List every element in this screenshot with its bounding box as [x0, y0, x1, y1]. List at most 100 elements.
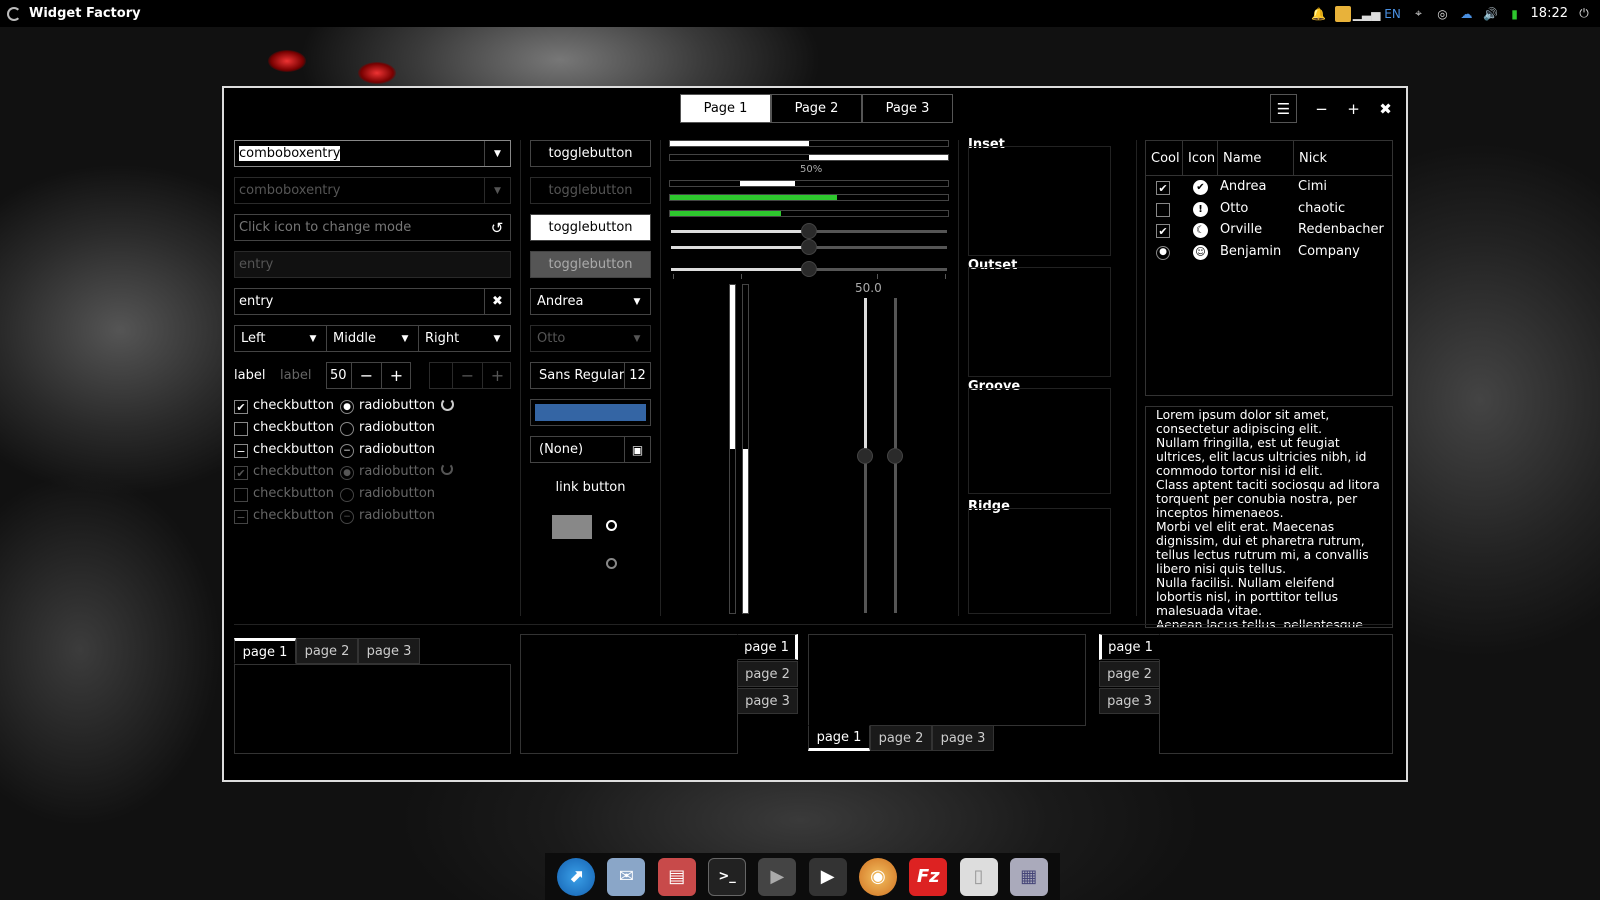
text-view[interactable]: Lorem ipsum dolor sit amet, consectetur … [1145, 406, 1393, 628]
row-checkbox[interactable]: ✔ [1156, 181, 1170, 195]
column-nick[interactable]: Nick [1294, 141, 1392, 175]
column-icon[interactable]: Icon [1183, 141, 1218, 175]
table-row[interactable]: ● ☺ Benjamin Company [1146, 242, 1392, 264]
bell-icon[interactable]: 🔔 [1311, 6, 1327, 22]
column-cool[interactable]: Cool [1146, 141, 1183, 175]
tab-page-1[interactable]: page 1 [1099, 634, 1160, 660]
mail-icon[interactable]: ✉ [607, 857, 646, 896]
battery-icon[interactable]: ▮ [1507, 6, 1523, 22]
mode-entry[interactable]: Click icon to change mode ↺ [234, 214, 511, 241]
network-icon[interactable]: ◎ [1435, 6, 1451, 22]
checkbox[interactable]: ✔ [234, 400, 248, 414]
tab-page-1[interactable]: page 1 [808, 725, 870, 751]
separator [234, 624, 1392, 625]
column-name[interactable]: Name [1218, 141, 1294, 175]
terminal-icon[interactable]: >_ [708, 857, 747, 896]
togglebutton-active[interactable]: togglebutton [530, 214, 651, 241]
widget-factory-window: Page 1 Page 2 Page 3 ☰ − + ✖ comboboxent… [222, 86, 1408, 782]
notes-icon[interactable] [1334, 5, 1351, 22]
combo-middle[interactable]: Middle ▼ [326, 325, 419, 352]
combo-andrea[interactable]: Andrea ▼ [530, 288, 651, 315]
location-icon[interactable]: ⌖ [1411, 6, 1427, 22]
tab-page-3[interactable]: page 3 [358, 638, 420, 664]
tab-page-3[interactable]: page 3 [932, 725, 994, 751]
scale-knob[interactable] [801, 239, 817, 255]
undo-icon[interactable]: ↺ [484, 215, 510, 240]
tab-page-2[interactable]: page 2 [296, 638, 358, 664]
tab-page-3[interactable]: page 3 [1099, 688, 1160, 714]
combo-left[interactable]: Left ▼ [234, 325, 327, 352]
image-viewer-icon[interactable]: ▤ [657, 857, 696, 896]
radiobutton[interactable]: ● [340, 400, 354, 414]
radio-indicator[interactable] [606, 520, 617, 531]
clear-icon[interactable]: ✖ [484, 289, 510, 314]
settings-icon[interactable]: ▦ [1009, 857, 1048, 896]
radio-indicator[interactable] [606, 558, 617, 569]
tree-view[interactable]: Cool Icon Name Nick ✔ ✔ Andrea Cimi! Otto cha… [1145, 140, 1393, 396]
row-checkbox[interactable]: ✔ [1156, 224, 1170, 238]
row-radio[interactable]: ● [1156, 245, 1170, 260]
tab-page-2[interactable]: page 2 [870, 725, 932, 751]
stack-page-2[interactable]: Page 2 [771, 94, 862, 123]
minus-icon[interactable]: − [351, 363, 381, 388]
table-row[interactable]: ✔ ☾ Orville Redenbacher [1146, 220, 1392, 242]
row-nick: chaotic [1298, 200, 1346, 216]
filezilla-icon[interactable]: Fz [909, 857, 948, 896]
checkbox [234, 488, 248, 502]
row-checkbox[interactable] [1156, 202, 1170, 217]
maximize-icon[interactable]: + [1340, 94, 1367, 123]
radiobutton[interactable] [340, 422, 354, 436]
tab-page-1[interactable]: page 1 [737, 634, 798, 660]
vertical-scale-fill [864, 298, 867, 456]
volume-icon[interactable]: 🔊 [1483, 6, 1499, 22]
cloud-icon[interactable]: ☁ [1459, 6, 1475, 22]
video-editor-icon[interactable]: ▶ [808, 857, 847, 896]
checkbox[interactable] [234, 422, 248, 436]
power-icon[interactable]: ⏻ [1576, 6, 1592, 22]
scale-knob[interactable] [801, 223, 817, 239]
vertical-scale-knob[interactable] [887, 447, 903, 464]
chevron-down-icon[interactable]: ▼ [484, 141, 510, 166]
tab-page-2[interactable]: page 2 [737, 661, 798, 687]
progress-bar [669, 180, 949, 187]
radiobutton[interactable]: − [340, 444, 354, 458]
plus-icon[interactable]: + [381, 363, 411, 388]
table-row[interactable]: ✔ ✔ Andrea Cimi [1146, 177, 1392, 199]
clock[interactable]: 18:22 [1531, 6, 1568, 21]
entry-clearable[interactable]: entry ✖ [234, 288, 511, 315]
minimize-icon[interactable]: − [1308, 94, 1335, 123]
cd-burner-icon[interactable]: ◉ [858, 857, 897, 896]
signal-icon[interactable]: ▁▃▅ [1353, 6, 1381, 22]
browser-icon[interactable]: ⬈ [557, 857, 596, 896]
media-player-icon[interactable]: ▶ [758, 857, 797, 896]
language-indicator[interactable]: EN [1383, 6, 1403, 22]
link-button[interactable]: link button [530, 480, 651, 495]
text-editor-icon[interactable]: ▯ [959, 857, 998, 896]
color-button[interactable] [530, 399, 651, 426]
tab-page-3[interactable]: page 3 [737, 688, 798, 714]
scale-knob[interactable] [801, 261, 817, 277]
combo-entry[interactable]: comboboxentry ▼ [234, 140, 511, 167]
app-menu-icon[interactable] [7, 6, 21, 21]
spin-button[interactable]: 50 − + [326, 362, 411, 389]
progress-fill [809, 155, 948, 160]
progress-bar [669, 210, 949, 217]
combo-right[interactable]: Right ▼ [418, 325, 511, 352]
font-button[interactable]: Sans Regular 12 [530, 362, 651, 389]
row-nick: Redenbacher [1298, 222, 1384, 237]
close-icon[interactable]: ✖ [1372, 94, 1399, 123]
checkbutton-label: checkbutton [253, 420, 334, 435]
stack-page-1[interactable]: Page 1 [680, 94, 771, 123]
file-chooser-button[interactable]: (None) ▣ [530, 436, 651, 463]
tab-page-1[interactable]: page 1 [234, 638, 296, 664]
radiobutton [340, 488, 354, 502]
togglebutton[interactable]: togglebutton [530, 140, 651, 167]
chevron-down-icon: ▼ [633, 333, 641, 344]
table-row[interactable]: ! Otto chaotic [1146, 199, 1392, 221]
scale-tick [877, 274, 878, 279]
checkbox[interactable]: − [234, 444, 248, 458]
tab-page-2[interactable]: page 2 [1099, 661, 1160, 687]
vertical-scale-knob[interactable] [857, 447, 873, 464]
menu-icon[interactable]: ☰ [1270, 94, 1297, 123]
stack-page-3[interactable]: Page 3 [862, 94, 953, 123]
